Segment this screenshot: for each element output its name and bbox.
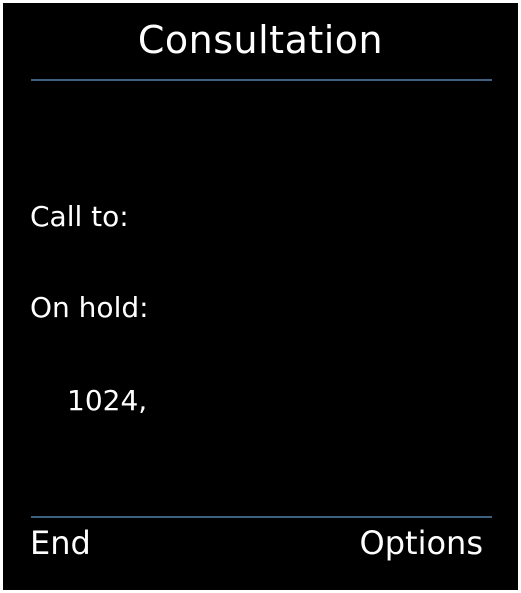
end-softkey[interactable]: End xyxy=(30,523,91,563)
softkey-divider xyxy=(31,516,492,518)
on-hold-number: 1024, xyxy=(67,384,148,417)
on-hold-label: On hold: xyxy=(30,291,149,324)
options-softkey[interactable]: Options xyxy=(360,523,483,563)
phone-display: Consultation Call to: On hold: 1024, End… xyxy=(3,3,518,590)
title-divider xyxy=(31,79,492,81)
call-to-label: Call to: xyxy=(30,200,129,233)
screen-title: Consultation xyxy=(137,18,384,62)
